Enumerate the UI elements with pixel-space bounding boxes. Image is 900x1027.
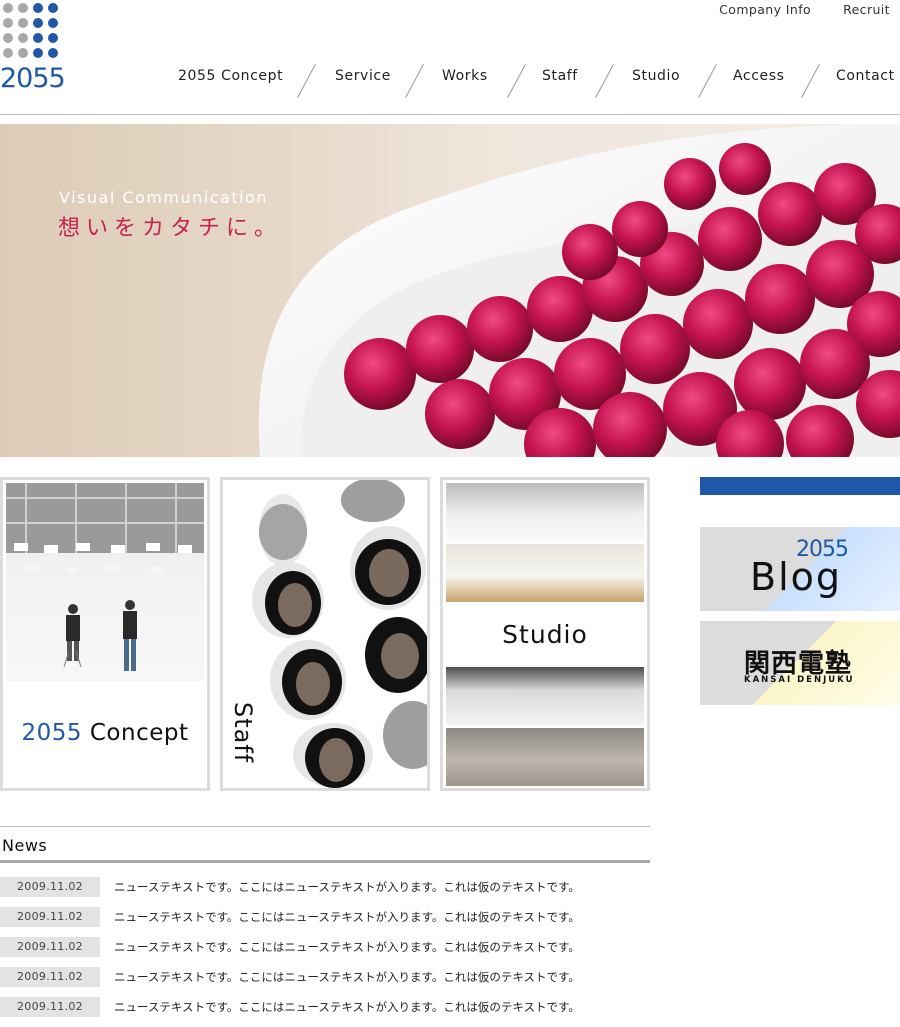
nav-separator	[507, 63, 526, 99]
nav-item-works[interactable]: Works	[442, 68, 488, 84]
news-date: 2009.11.02	[0, 967, 100, 987]
main-nav: 2055 Concept Service Works Staff Studio …	[160, 58, 900, 99]
sidebar-accent-bar	[700, 477, 900, 495]
news-date: 2009.11.02	[0, 907, 100, 927]
nav-separator	[801, 63, 820, 99]
kansai-banner-label-en: KANSAI DENJUKU	[744, 675, 855, 685]
news-text: ニューステキストです。ここにはニューステキストが入ります。これは仮のテキストです…	[114, 910, 580, 924]
concept-panel[interactable]: 2055 Concept	[0, 477, 210, 791]
news-heading: News	[2, 836, 48, 855]
news-item[interactable]: 2009.11.02 ニューステキストです。ここにはニューステキストが入ります。…	[0, 997, 650, 1027]
nav-separator	[698, 63, 717, 99]
nav-item-service[interactable]: Service	[335, 68, 391, 84]
nav-item-staff[interactable]: Staff	[542, 68, 578, 84]
studio-photo-1	[446, 483, 644, 541]
blog-banner-label: Blog	[750, 555, 842, 599]
news-date: 2009.11.02	[0, 997, 100, 1017]
kansai-denjuku-banner[interactable]: 関西電塾 KANSAI DENJUKU	[700, 621, 900, 705]
hero-banner: Visual Communication 想いをカタチに。	[0, 124, 900, 457]
nav-separator	[405, 63, 424, 99]
nav-item-access[interactable]: Access	[733, 68, 785, 84]
nav-separator	[595, 63, 614, 99]
concept-label-number: 2055	[21, 720, 83, 746]
studio-photo-2	[446, 544, 644, 602]
news-item[interactable]: 2009.11.02 ニューステキストです。ここにはニューステキストが入ります。…	[0, 907, 650, 937]
news-date: 2009.11.02	[0, 937, 100, 957]
hero-tagline-en: Visual Communication	[59, 188, 268, 207]
nav-item-concept[interactable]: 2055 Concept	[178, 68, 283, 84]
nav-item-contact[interactable]: Contact	[836, 68, 895, 84]
news-heading-rule	[0, 860, 650, 863]
studio-panel[interactable]: Studio	[440, 477, 650, 791]
news-text: ニューステキストです。ここにはニューステキストが入ります。これは仮のテキストです…	[114, 970, 580, 984]
hero-tagline-jp: 想いをカタチに。	[58, 216, 283, 241]
news-date: 2009.11.02	[0, 877, 100, 897]
studio-people-photo	[6, 483, 204, 681]
nav-separator	[297, 63, 316, 99]
concept-label-word: Concept	[89, 720, 189, 746]
news-text: ニューステキストです。ここにはニューステキストが入ります。これは仮のテキストです…	[114, 880, 580, 894]
blog-banner[interactable]: 2055 Blog	[700, 527, 900, 611]
header-divider	[0, 114, 900, 115]
concept-photo-illustration	[6, 483, 204, 681]
news-top-divider	[0, 826, 650, 827]
news-item[interactable]: 2009.11.02 ニューステキストです。ここにはニューステキストが入ります。…	[0, 877, 650, 907]
news-text: ニューステキストです。ここにはニューステキストが入ります。これは仮のテキストです…	[114, 940, 580, 954]
site-logo[interactable]: 2055	[0, 0, 66, 96]
news-item[interactable]: 2009.11.02 ニューステキストです。ここにはニューステキストが入ります。…	[0, 937, 650, 967]
concept-panel-label: 2055 Concept	[3, 720, 207, 746]
logo-dots-icon	[3, 3, 58, 58]
staff-panel-label: Staff	[229, 702, 257, 764]
news-list: 2009.11.02 ニューステキストです。ここにはニューステキストが入ります。…	[0, 877, 650, 1027]
news-item[interactable]: 2009.11.02 ニューステキストです。ここにはニューステキストが入ります。…	[0, 967, 650, 997]
nav-item-studio[interactable]: Studio	[632, 68, 680, 84]
news-text: ニューステキストです。ここにはニューステキストが入ります。これは仮のテキストです…	[114, 1000, 580, 1014]
util-link-recruit[interactable]: Recruit	[843, 2, 890, 17]
staff-panel[interactable]: Staff	[220, 477, 430, 791]
utility-nav: Company Info Recruit	[719, 2, 890, 17]
hero-berries-image	[258, 124, 900, 457]
studio-panel-label: Studio	[502, 620, 588, 649]
logo-text: 2055	[0, 63, 66, 94]
studio-photo-4	[446, 728, 644, 786]
util-link-company-info[interactable]: Company Info	[719, 2, 811, 17]
studio-photo-3	[446, 667, 644, 725]
